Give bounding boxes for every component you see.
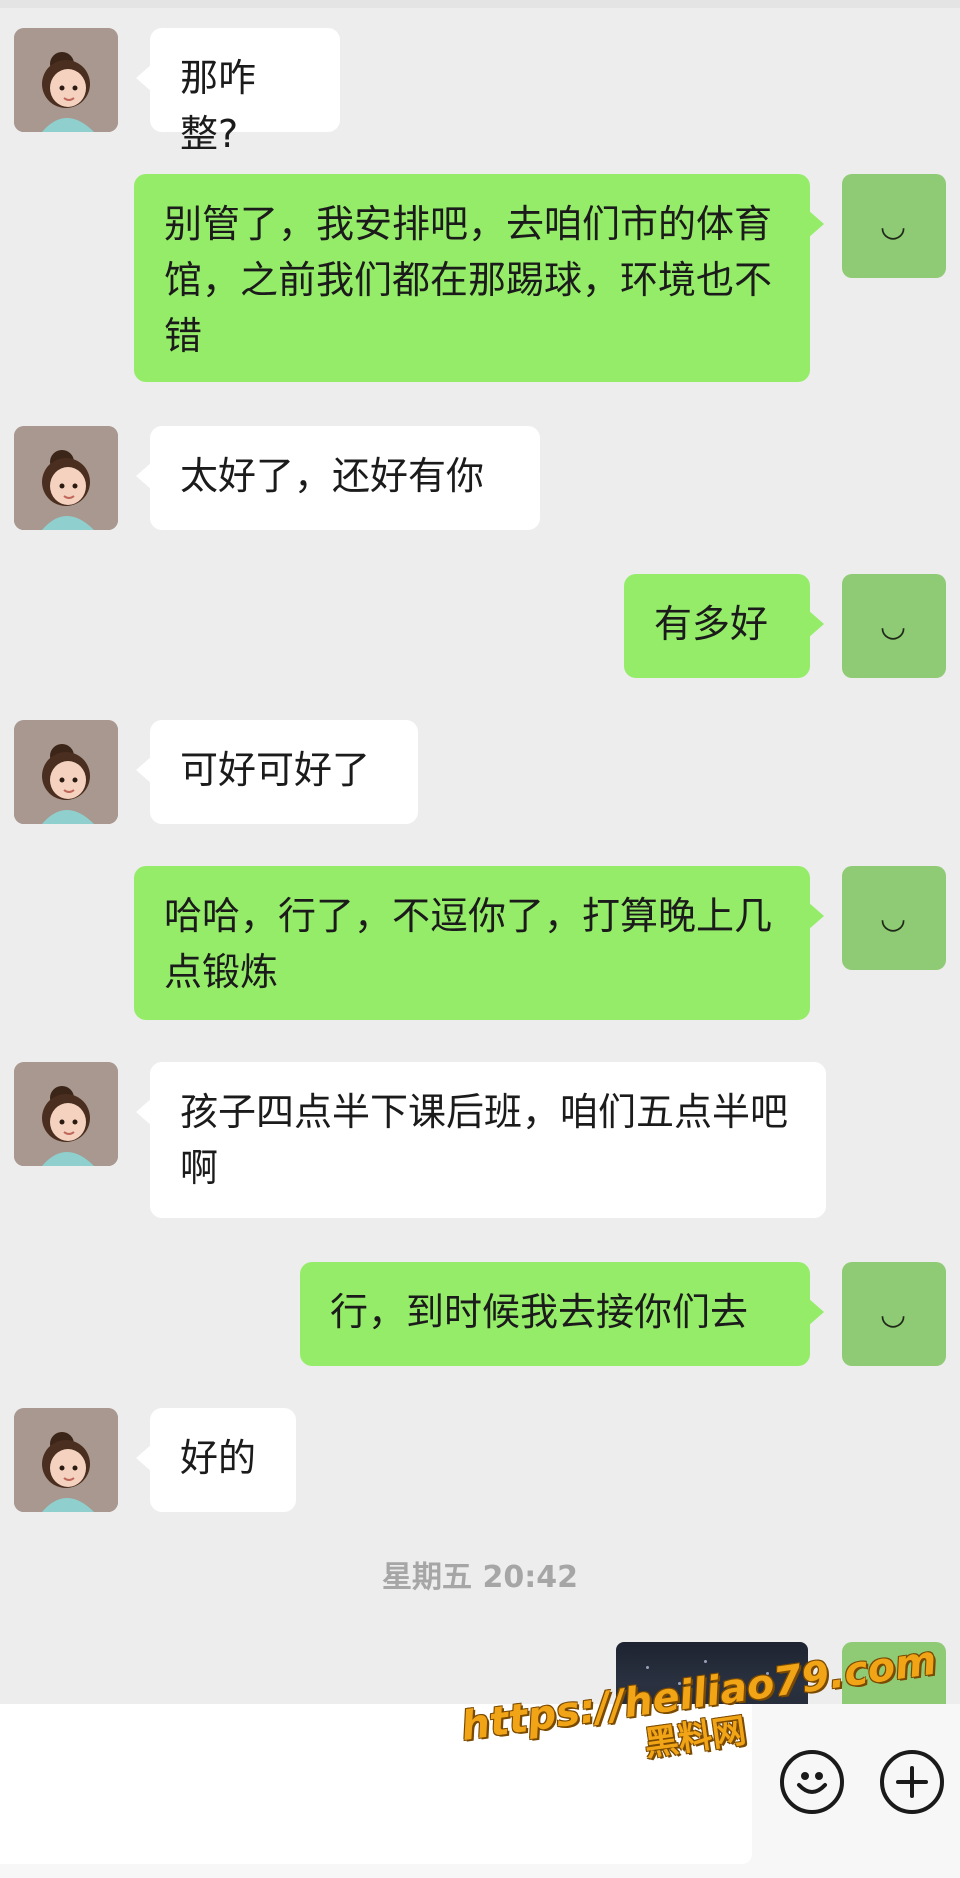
smiley-icon	[797, 1772, 827, 1794]
emoji-button[interactable]	[780, 1750, 844, 1814]
outgoing-message-bubble[interactable]: 行，到时候我去接你们去	[300, 1262, 824, 1366]
incoming-message-bubble[interactable]: 孩子四点半下课后班，咱们五点半吧啊	[136, 1062, 826, 1218]
message-text: 那咋整?	[180, 56, 257, 156]
incoming-message-bubble[interactable]: 可好可好了	[136, 720, 418, 824]
contact-avatar[interactable]	[14, 1408, 118, 1512]
smile-icon: ◡	[881, 1296, 907, 1332]
message-row: 行，到时候我去接你们去 ◡	[0, 1262, 960, 1366]
message-row: 别管了，我安排吧，去咱们市的体育馆，之前我们都在那踢球，环境也不错 ◡	[0, 174, 960, 384]
girl-avatar-icon	[14, 1408, 118, 1512]
outgoing-message-bubble[interactable]: 哈哈，行了，不逗你了，打算晚上几点锻炼	[134, 866, 824, 1020]
message-text: 孩子四点半下课后班，咱们五点半吧啊	[180, 1090, 789, 1190]
message-text: 太好了，还好有你	[180, 454, 485, 498]
input-bar	[0, 1704, 960, 1878]
smile-icon: ◡	[881, 900, 907, 936]
message-row: 那咋整?	[0, 28, 960, 156]
message-input[interactable]	[0, 1704, 752, 1864]
message-text: 可好可好了	[180, 748, 371, 792]
incoming-message-bubble[interactable]: 那咋整?	[136, 28, 340, 156]
plus-icon	[896, 1766, 928, 1798]
message-text: 有多好	[654, 602, 769, 646]
message-text: 别管了，我安排吧，去咱们市的体育馆，之前我们都在那踢球，环境也不错	[164, 202, 773, 358]
contact-avatar[interactable]	[14, 426, 118, 530]
message-text: 行，到时候我去接你们去	[330, 1290, 749, 1334]
contact-avatar[interactable]	[14, 720, 118, 824]
more-button[interactable]	[880, 1750, 944, 1814]
message-row: 有多好 ◡	[0, 574, 960, 678]
message-row: 可好可好了	[0, 720, 960, 824]
girl-avatar-icon	[14, 426, 118, 530]
outgoing-message-bubble[interactable]: 有多好	[624, 574, 824, 678]
message-text: 好的	[180, 1436, 257, 1480]
contact-avatar[interactable]	[14, 1062, 118, 1166]
chat-timestamp: 星期五 20:42	[382, 1560, 578, 1595]
top-edge	[0, 0, 960, 8]
contact-avatar[interactable]	[14, 28, 118, 132]
message-row: 太好了，还好有你	[0, 426, 960, 536]
message-row: 孩子四点半下课后班，咱们五点半吧啊	[0, 1062, 960, 1218]
smile-icon: ◡	[881, 608, 907, 644]
outgoing-message-bubble[interactable]: 别管了，我安排吧，去咱们市的体育馆，之前我们都在那踢球，环境也不错	[134, 174, 824, 382]
my-avatar[interactable]: ◡	[842, 1262, 946, 1366]
message-text: 哈哈，行了，不逗你了，打算晚上几点锻炼	[164, 894, 773, 994]
girl-avatar-icon	[14, 28, 118, 132]
my-avatar[interactable]: ◡	[842, 866, 946, 970]
girl-avatar-icon	[14, 720, 118, 824]
message-row: 好的	[0, 1408, 960, 1512]
incoming-message-bubble[interactable]: 太好了，还好有你	[136, 426, 540, 530]
incoming-message-bubble[interactable]: 好的	[136, 1408, 296, 1512]
message-row: 哈哈，行了，不逗你了，打算晚上几点锻炼 ◡	[0, 866, 960, 1020]
my-avatar[interactable]: ◡	[842, 174, 946, 278]
girl-avatar-icon	[14, 1062, 118, 1166]
my-avatar[interactable]: ◡	[842, 574, 946, 678]
smile-icon: ◡	[881, 208, 907, 244]
